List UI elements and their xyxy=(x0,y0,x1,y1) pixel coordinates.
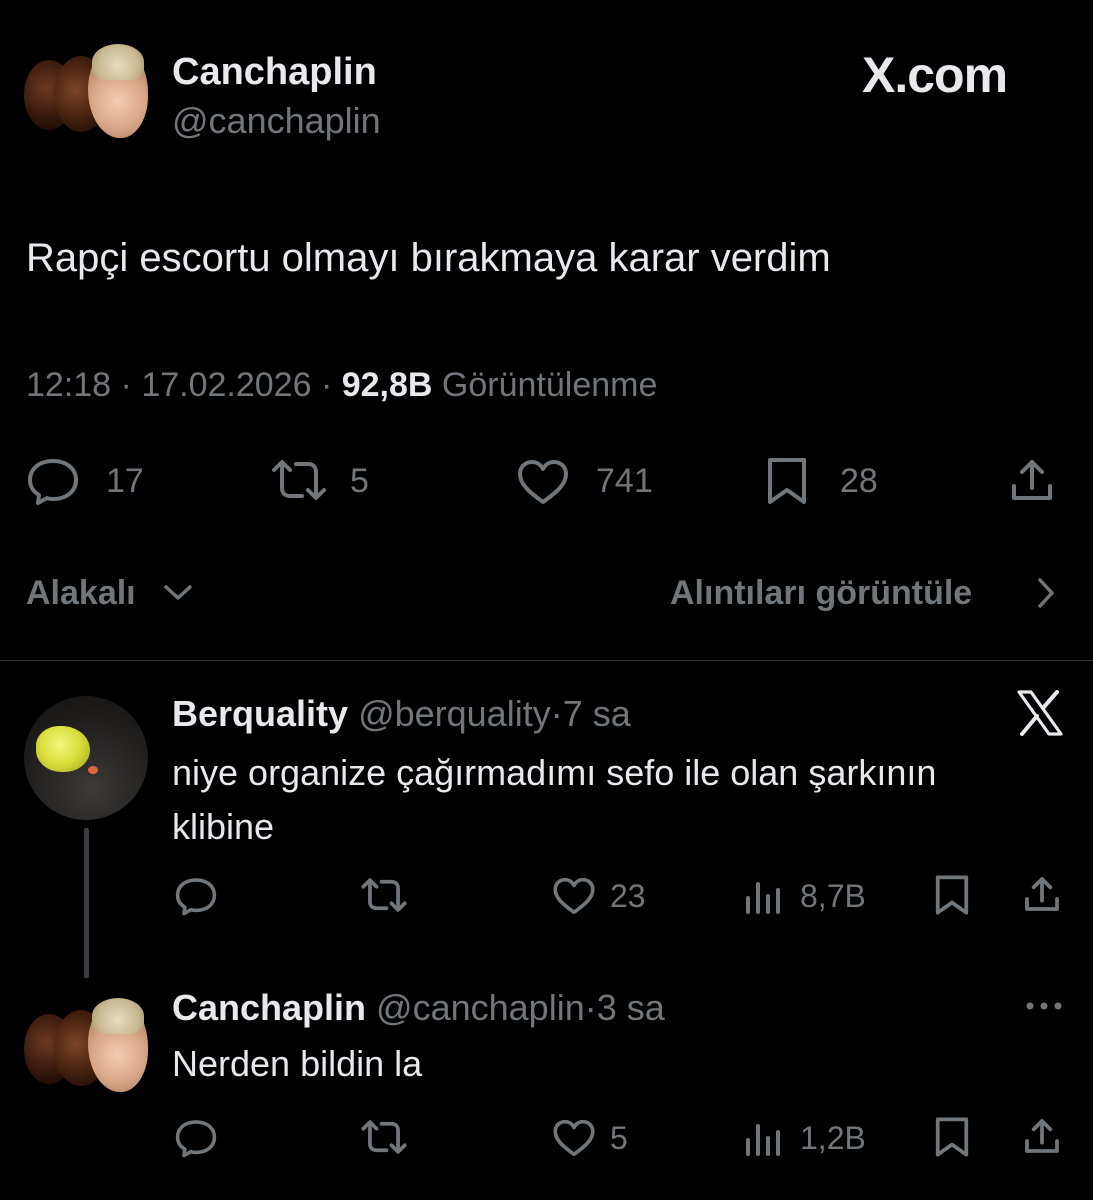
reply-header: Berquality @berquality·7 sa xyxy=(172,692,631,736)
sort-label: Alakalı xyxy=(26,574,136,612)
reply-display-name[interactable]: Canchaplin xyxy=(172,987,366,1028)
reply-header: Canchaplin @canchaplin·3 sa xyxy=(172,986,665,1030)
author-display-name[interactable]: Canchaplin xyxy=(172,50,377,94)
like-icon[interactable] xyxy=(552,1118,596,1158)
retweet-icon[interactable] xyxy=(270,458,328,502)
like-count: 23 xyxy=(610,878,646,914)
reply-time[interactable]: 7 sa xyxy=(563,693,631,734)
reply-avatar[interactable] xyxy=(24,998,152,1100)
views-icon[interactable] xyxy=(744,878,784,916)
tweet-time[interactable]: 12:18 xyxy=(26,366,111,404)
share-icon[interactable] xyxy=(1022,874,1062,914)
reply-icon[interactable] xyxy=(174,1118,218,1158)
views-count: 1,2B xyxy=(800,1120,866,1156)
chevron-right-icon[interactable] xyxy=(1034,576,1058,610)
reply-time[interactable]: 3 sa xyxy=(597,987,665,1028)
reply-text-line: niye organize çağırmadımı sefo ile olan … xyxy=(172,752,937,793)
tweet-date[interactable]: 17.02.2026 xyxy=(141,366,311,404)
sort-dropdown[interactable]: Alakalı xyxy=(26,572,136,614)
thread-line xyxy=(84,828,89,978)
share-icon[interactable] xyxy=(1022,1116,1062,1156)
retweet-icon[interactable] xyxy=(360,1118,408,1156)
x-logo-icon xyxy=(1016,690,1064,736)
avatar-blob xyxy=(36,726,90,772)
avatar-face-3 xyxy=(88,998,148,1092)
reply-avatar[interactable] xyxy=(24,696,148,820)
like-count: 5 xyxy=(610,1120,628,1156)
avatar-dot xyxy=(88,766,98,774)
author-handle[interactable]: @canchaplin xyxy=(172,100,381,142)
reply-text: Nerden bildin la xyxy=(172,1043,423,1084)
views-count: 8,7B xyxy=(800,878,866,914)
more-options-icon[interactable] xyxy=(1024,996,1064,1016)
reply-display-name[interactable]: Berquality xyxy=(172,693,348,734)
view-quotes-link[interactable]: Alıntıları görüntüle xyxy=(670,572,972,614)
tweet-meta: 12:18 · 17.02.2026 · 92,8B Görüntülenme xyxy=(26,364,657,406)
bookmark-icon[interactable] xyxy=(934,1116,970,1158)
meta-separator: · xyxy=(120,366,132,404)
bookmark-count: 28 xyxy=(840,462,878,500)
like-icon[interactable] xyxy=(552,876,596,916)
avatar-face-3 xyxy=(88,44,148,138)
bookmark-icon[interactable] xyxy=(766,456,808,506)
reply-icon[interactable] xyxy=(26,456,80,506)
views-icon[interactable] xyxy=(744,1120,784,1158)
author-avatar[interactable] xyxy=(24,44,152,146)
reply-text: niye organize çağırmadımı sefo ile olan … xyxy=(172,746,936,854)
reply-count: 17 xyxy=(106,462,144,500)
section-divider xyxy=(0,660,1093,661)
reply-icon[interactable] xyxy=(174,876,218,916)
views-label: Görüntülenme xyxy=(441,366,658,404)
meta-separator: · xyxy=(320,366,333,404)
reply-separator: · xyxy=(584,987,597,1028)
reply-handle[interactable]: @canchaplin xyxy=(376,987,585,1028)
like-icon[interactable] xyxy=(516,458,570,506)
share-icon[interactable] xyxy=(1008,456,1056,504)
retweet-count: 5 xyxy=(350,462,369,500)
like-count: 741 xyxy=(596,462,653,500)
brand-watermark: X.com xyxy=(862,47,1008,103)
reply-handle[interactable]: @berquality xyxy=(358,693,551,734)
bookmark-icon[interactable] xyxy=(934,874,970,916)
retweet-icon[interactable] xyxy=(360,876,408,914)
reply-text-line: klibine xyxy=(172,806,275,847)
tweet-text: Rapçi escortu olmayı bırakmaya karar ver… xyxy=(26,236,831,280)
chevron-down-icon[interactable] xyxy=(162,580,194,604)
reply-separator: · xyxy=(550,693,563,734)
views-count: 92,8B xyxy=(341,366,433,404)
